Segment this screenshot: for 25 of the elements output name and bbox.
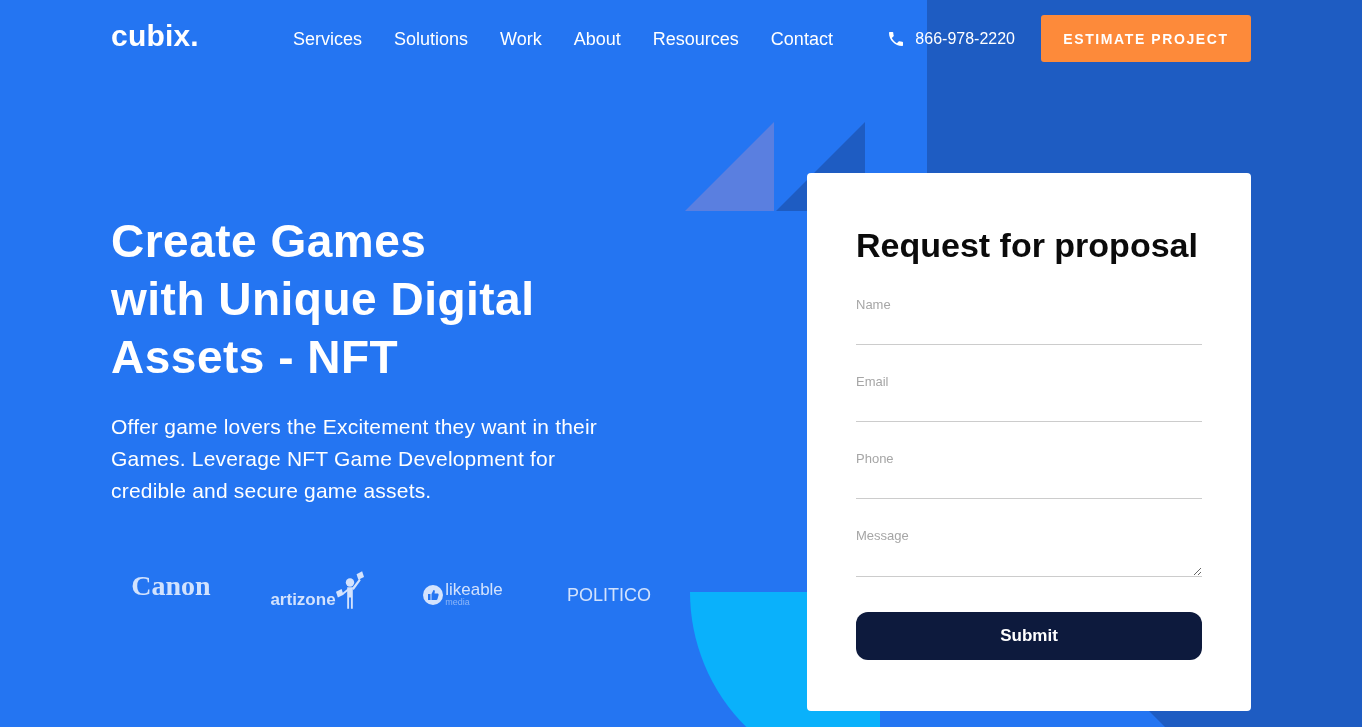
person-with-flag-icon — [335, 571, 364, 609]
nav-link[interactable]: About — [573, 27, 621, 50]
client-logo: Canon — [131, 572, 211, 600]
nav-link[interactable]: Contact — [770, 27, 833, 50]
phone-icon — [889, 31, 904, 46]
hero-headline: Create Games with Unique Digital Assets - NFT — [111, 214, 536, 385]
client-logo: likeable — [445, 582, 503, 598]
nav-link[interactable]: Solutions — [394, 27, 469, 50]
site-logo[interactable]: cubix. — [111, 17, 293, 54]
input-field[interactable]: Email — [856, 372, 1202, 422]
thumbs-up-icon — [423, 585, 444, 605]
nav-link[interactable]: Work — [500, 27, 542, 50]
client-logo-caption: media — [445, 598, 471, 606]
form-title: Request for proposal — [856, 225, 1199, 265]
estimate-project-button[interactable]: ESTIMATE PROJECT — [1041, 15, 1251, 62]
hero-description: Offer game lovers the Excitement they want in their Games. Leverage NFT Game Development for credible and secure game assets. — [111, 414, 599, 504]
client-logo: POLITICO — [567, 585, 651, 605]
nav-link[interactable]: Resources — [652, 27, 739, 50]
client-logo: artizone — [270, 591, 336, 609]
textarea-field[interactable]: Message — [856, 526, 1202, 577]
submit-button[interactable]: Submit — [856, 612, 1202, 660]
nav-link[interactable]: Services — [293, 27, 363, 50]
input-field[interactable]: Name — [856, 295, 1202, 345]
phone-link[interactable]: 866-978-2220 — [915, 28, 1015, 49]
input-field[interactable]: Phone — [856, 449, 1202, 499]
